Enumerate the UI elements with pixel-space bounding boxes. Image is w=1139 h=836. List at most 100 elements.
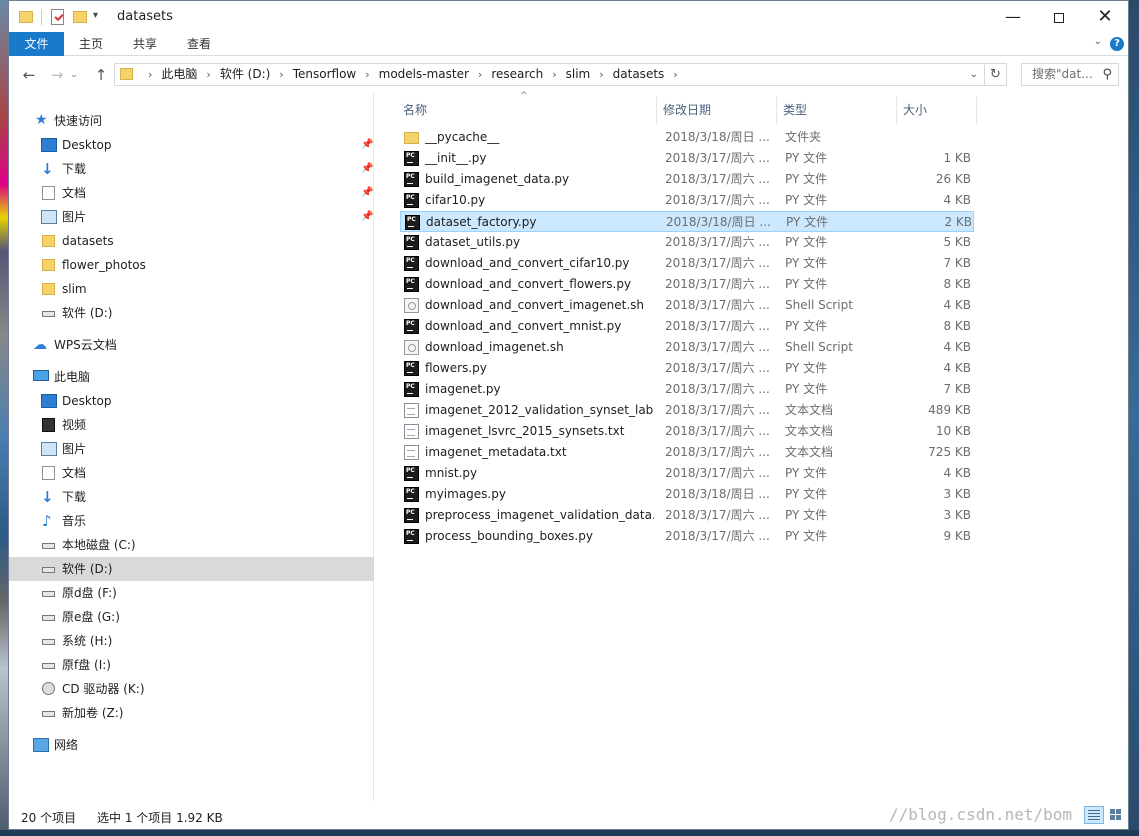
nav-pc-music[interactable]: ♪ 音乐 <box>9 509 374 533</box>
breadcrumb-drive-d[interactable]: 软件 (D:) <box>220 67 270 81</box>
chevron-right-icon[interactable]: › <box>673 68 677 81</box>
pin-icon[interactable]: 📌 <box>361 181 373 205</box>
recent-locations-chevron-icon[interactable]: ⌄ <box>69 70 79 80</box>
file-row[interactable]: download_and_convert_flowers.py 2018/3/1… <box>400 274 974 295</box>
file-row[interactable]: imagenet_2012_validation_synset_lab... 2… <box>400 400 974 421</box>
file-row[interactable]: myimages.py 2018/3/18/周日 ... PY 文件 3 KB <box>400 484 974 505</box>
back-arrow-icon[interactable]: ← <box>19 66 39 84</box>
chevron-right-icon[interactable]: › <box>599 68 603 81</box>
close-button[interactable]: ✕ <box>1082 1 1128 32</box>
expand-ribbon-icon[interactable]: ⌄ <box>1094 36 1102 47</box>
pin-icon[interactable]: 📌 <box>361 157 373 181</box>
help-icon[interactable]: ? <box>1110 37 1124 51</box>
chevron-right-icon[interactable]: › <box>148 68 152 81</box>
column-header-name[interactable]: 名称 <box>397 97 657 124</box>
nav-item-slim[interactable]: slim <box>9 277 374 301</box>
minimize-button[interactable]: — <box>990 1 1036 32</box>
nav-item-desktop[interactable]: Desktop 📌 <box>9 133 374 157</box>
pin-icon[interactable]: 📌 <box>361 133 373 157</box>
file-type: Shell Script <box>785 340 853 354</box>
search-icon[interactable]: ⚲ <box>1102 67 1112 82</box>
column-header-type[interactable]: 类型 <box>777 97 897 124</box>
nav-item-documents[interactable]: 文档 📌 <box>9 181 374 205</box>
nav-pc-cd-drive-k[interactable]: CD 驱动器 (K:) <box>9 677 374 701</box>
nav-pc-drive-d[interactable]: 软件 (D:) <box>9 557 374 581</box>
drive-icon <box>42 615 55 621</box>
file-row-selected[interactable]: dataset_factory.py 2018/3/18/周日 ... PY 文… <box>400 211 974 232</box>
nav-pc-drive-g[interactable]: 原e盘 (G:) <box>9 605 374 629</box>
document-icon <box>42 186 55 200</box>
file-row[interactable]: build_imagenet_data.py 2018/3/17/周六 ... … <box>400 169 974 190</box>
nav-pc-documents[interactable]: 文档 <box>9 461 374 485</box>
large-icons-view-icon[interactable] <box>1106 806 1126 824</box>
file-size: 4 KB <box>943 340 971 354</box>
file-row[interactable]: cifar10.py 2018/3/17/周六 ... PY 文件 4 KB <box>400 190 974 211</box>
nav-pc-videos[interactable]: 视频 <box>9 413 374 437</box>
chevron-right-icon[interactable]: › <box>365 68 369 81</box>
tab-share[interactable]: 共享 <box>121 32 169 56</box>
folder-icon[interactable] <box>19 11 33 23</box>
file-row[interactable]: flowers.py 2018/3/17/周六 ... PY 文件 4 KB <box>400 358 974 379</box>
nav-item-datasets[interactable]: datasets <box>9 229 374 253</box>
file-row[interactable]: __init__.py 2018/3/17/周六 ... PY 文件 1 KB <box>400 148 974 169</box>
nav-pc-drive-f[interactable]: 原d盘 (F:) <box>9 581 374 605</box>
nav-pc-drive-h[interactable]: 系统 (H:) <box>9 629 374 653</box>
chevron-right-icon[interactable]: › <box>552 68 556 81</box>
tab-home[interactable]: 主页 <box>67 32 115 56</box>
nav-pc-desktop[interactable]: Desktop <box>9 389 374 413</box>
breadcrumb-datasets[interactable]: datasets <box>613 67 665 81</box>
tab-view[interactable]: 查看 <box>175 32 223 56</box>
file-type: 文本文档 <box>785 403 834 417</box>
file-row[interactable]: dataset_utils.py 2018/3/17/周六 ... PY 文件 … <box>400 232 974 253</box>
breadcrumb-slim[interactable]: slim <box>566 67 591 81</box>
file-row[interactable]: download_imagenet.sh 2018/3/17/周六 ... Sh… <box>400 337 974 358</box>
nav-this-pc[interactable]: 此电脑 <box>9 365 374 389</box>
file-row[interactable]: process_bounding_boxes.py 2018/3/17/周六 .… <box>400 526 974 547</box>
address-bar[interactable]: › 此电脑 › 软件 (D:) › Tensorflow › models-master › re… <box>114 63 1007 86</box>
column-header-date[interactable]: 修改日期 <box>657 97 777 124</box>
breadcrumb-this-pc[interactable]: 此电脑 <box>161 67 197 81</box>
column-header-size[interactable]: 大小 <box>897 97 977 124</box>
properties-icon[interactable] <box>51 9 64 25</box>
file-row[interactable]: imagenet_metadata.txt 2018/3/17/周六 ... 文… <box>400 442 974 463</box>
pin-icon[interactable]: 📌 <box>361 205 373 229</box>
up-arrow-icon[interactable]: ↑ <box>91 66 111 84</box>
nav-item-downloads[interactable]: ↓ 下载 📌 <box>9 157 374 181</box>
nav-quick-access[interactable]: ★ 快速访问 <box>9 109 374 133</box>
chevron-right-icon[interactable]: › <box>279 68 283 81</box>
file-row[interactable]: download_and_convert_imagenet.sh 2018/3/… <box>400 295 974 316</box>
nav-pc-downloads[interactable]: ↓ 下载 <box>9 485 374 509</box>
tab-file[interactable]: 文件 <box>9 32 64 56</box>
file-row[interactable]: __pycache__ 2018/3/18/周日 ... 文件夹 <box>400 127 974 148</box>
nav-item-flower-photos[interactable]: flower_photos <box>9 253 374 277</box>
file-row[interactable]: imagenet_lsvrc_2015_synsets.txt 2018/3/1… <box>400 421 974 442</box>
file-row[interactable]: preprocess_imagenet_validation_data... 2… <box>400 505 974 526</box>
nav-network[interactable]: 网络 <box>9 733 374 757</box>
file-row[interactable]: download_and_convert_mnist.py 2018/3/17/… <box>400 316 974 337</box>
search-input[interactable]: 搜索"dat... ⚲ <box>1021 63 1119 86</box>
breadcrumb-research[interactable]: research <box>491 67 543 81</box>
new-folder-icon[interactable] <box>73 11 87 23</box>
refresh-icon[interactable]: ↻ <box>984 64 1006 85</box>
breadcrumb-models-master[interactable]: models-master <box>379 67 469 81</box>
chevron-right-icon[interactable]: › <box>206 68 210 81</box>
address-history-chevron-icon[interactable]: ⌄ <box>970 64 978 85</box>
nav-pc-drive-z[interactable]: 新加卷 (Z:) <box>9 701 374 725</box>
nav-item-drive-d-quick[interactable]: 软件 (D:) <box>9 301 374 325</box>
nav-pc-drive-c[interactable]: 本地磁盘 (C:) <box>9 533 374 557</box>
nav-wps-cloud[interactable]: ☁ WPS云文档 <box>9 333 374 357</box>
file-row[interactable]: download_and_convert_cifar10.py 2018/3/1… <box>400 253 974 274</box>
nav-item-pictures[interactable]: 图片 📌 <box>9 205 374 229</box>
breadcrumb-tensorflow[interactable]: Tensorflow <box>293 67 357 81</box>
details-view-icon[interactable] <box>1084 806 1104 824</box>
file-size: 7 KB <box>943 256 971 270</box>
file-date: 2018/3/17/周六 ... <box>665 172 770 186</box>
nav-pc-pictures[interactable]: 图片 <box>9 437 374 461</box>
chevron-right-icon[interactable]: › <box>478 68 482 81</box>
file-row[interactable]: mnist.py 2018/3/17/周六 ... PY 文件 4 KB <box>400 463 974 484</box>
nav-pc-drive-i[interactable]: 原f盘 (I:) <box>9 653 374 677</box>
file-row[interactable]: imagenet.py 2018/3/17/周六 ... PY 文件 7 KB <box>400 379 974 400</box>
forward-arrow-icon[interactable]: → <box>47 66 67 84</box>
maximize-button[interactable] <box>1036 1 1082 32</box>
customize-toolbar-dropdown[interactable]: ▾ <box>93 10 98 26</box>
